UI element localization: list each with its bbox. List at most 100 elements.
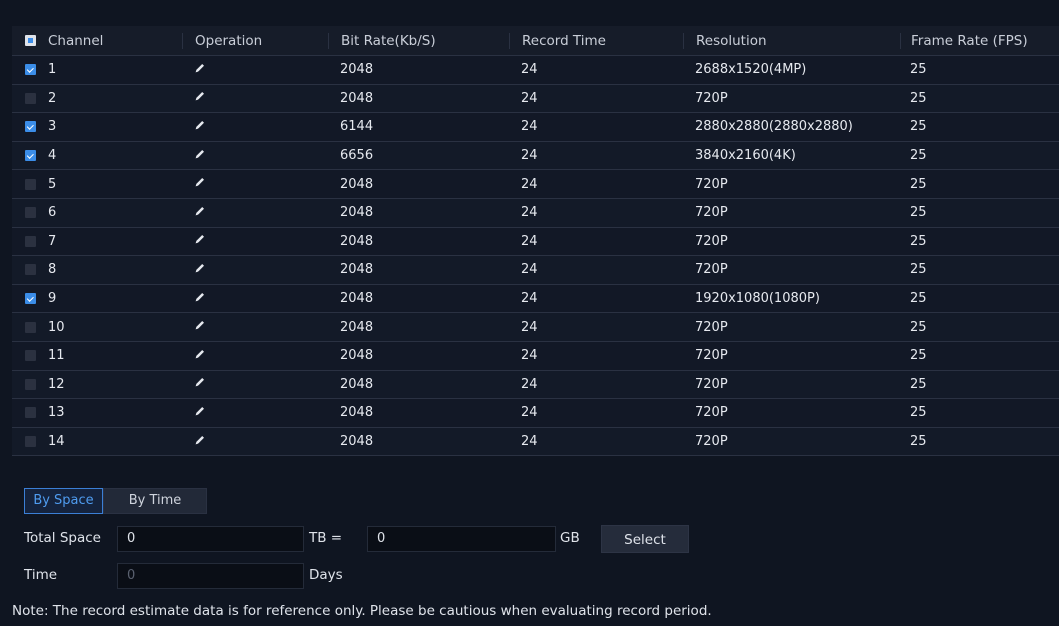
- tb-equals-label: TB =: [309, 530, 343, 546]
- channel-cell: 2: [12, 91, 182, 106]
- bitrate-cell: 2048: [340, 176, 374, 192]
- bitrate-cell: 2048: [340, 348, 374, 364]
- table-row: 12 2048 24 720P 25: [12, 370, 1059, 400]
- edit-pencil-icon[interactable]: [194, 319, 206, 331]
- total-space-gb-input[interactable]: 0: [367, 526, 556, 552]
- days-label: Days: [309, 567, 343, 583]
- operation-cell: [182, 291, 328, 307]
- channel-cell: 7: [12, 234, 182, 249]
- table-row: 13 2048 24 720P 25: [12, 399, 1059, 428]
- channel-checkbox[interactable]: [25, 92, 36, 104]
- table-row: 10 2048 24 720P 25: [12, 313, 1059, 342]
- resolution-cell: 2880x2880(2880x2880): [695, 119, 853, 135]
- select-all-checkbox[interactable]: [25, 35, 36, 46]
- channel-number: 11: [48, 348, 65, 364]
- resolution-cell: 720P: [695, 319, 728, 335]
- resolution-cell: 3840x2160(4K): [695, 148, 796, 164]
- header-operation: Operation: [182, 32, 328, 49]
- channel-checkbox[interactable]: [25, 321, 36, 333]
- frame-rate-cell: 25: [910, 434, 927, 450]
- channel-checkbox[interactable]: [25, 64, 36, 76]
- time-days-input[interactable]: 0: [117, 563, 304, 589]
- operation-cell: [182, 262, 328, 278]
- table-row: 3 6144 24 2880x2880(2880x2880) 25: [12, 113, 1059, 142]
- record-time-cell: 24: [521, 62, 538, 78]
- bitrate-cell: 2048: [340, 291, 374, 307]
- bitrate-cell: 2048: [340, 376, 374, 392]
- edit-pencil-icon[interactable]: [194, 376, 206, 388]
- record-time-cell: 24: [521, 348, 538, 364]
- edit-pencil-icon[interactable]: [194, 348, 206, 360]
- edit-pencil-icon[interactable]: [194, 119, 206, 131]
- record-time-cell: 24: [521, 291, 538, 307]
- channel-checkbox[interactable]: [25, 235, 36, 247]
- edit-pencil-icon[interactable]: [194, 434, 206, 446]
- select-button[interactable]: Select: [601, 525, 689, 553]
- channel-number: 6: [48, 205, 57, 221]
- channel-checkbox[interactable]: [25, 150, 36, 162]
- frame-rate-cell: 25: [910, 205, 927, 221]
- edit-pencil-icon[interactable]: [194, 148, 206, 160]
- channel-checkbox[interactable]: [25, 207, 36, 219]
- channel-cell: 3: [12, 119, 182, 134]
- table-row: 14 2048 24 720P 25: [12, 427, 1059, 457]
- frame-rate-cell: 25: [910, 376, 927, 392]
- operation-cell: [182, 405, 328, 421]
- record-time-cell: 24: [521, 376, 538, 392]
- channel-table: Channel Operation Bit Rate(Kb/S) Record …: [12, 26, 1059, 457]
- channel-cell: 8: [12, 262, 182, 277]
- operation-cell: [182, 205, 328, 221]
- operation-cell: [182, 148, 328, 164]
- header-frame-rate: Frame Rate (FPS): [900, 32, 1059, 49]
- edit-pencil-icon[interactable]: [194, 405, 206, 417]
- edit-pencil-icon[interactable]: [194, 233, 206, 245]
- edit-pencil-icon[interactable]: [194, 90, 206, 102]
- edit-pencil-icon[interactable]: [194, 62, 206, 74]
- channel-checkbox[interactable]: [25, 178, 36, 190]
- tab-by-space[interactable]: By Space: [24, 488, 103, 514]
- channel-number: 9: [48, 291, 57, 307]
- resolution-cell: 720P: [695, 434, 728, 450]
- channel-checkbox[interactable]: [25, 264, 36, 276]
- channel-number: 8: [48, 262, 57, 278]
- edit-pencil-icon[interactable]: [194, 291, 206, 303]
- channel-cell: 4: [12, 148, 182, 163]
- table-body: 1 2048 24 2688x1520(4MP) 25 2 2048 24 72…: [12, 56, 1059, 457]
- resolution-cell: 1920x1080(1080P): [695, 291, 820, 307]
- tab-by-time[interactable]: By Time: [103, 488, 207, 514]
- table-row: 6 2048 24 720P 25: [12, 198, 1059, 228]
- channel-number: 3: [48, 119, 57, 135]
- channel-cell: 14: [12, 434, 182, 449]
- edit-pencil-icon[interactable]: [194, 262, 206, 274]
- total-space-tb-input[interactable]: 0: [117, 526, 304, 552]
- edit-pencil-icon[interactable]: [194, 205, 206, 217]
- frame-rate-cell: 25: [910, 176, 927, 192]
- record-time-cell: 24: [521, 405, 538, 421]
- channel-cell: 6: [12, 205, 182, 220]
- operation-cell: [182, 376, 328, 392]
- channel-checkbox[interactable]: [25, 407, 36, 419]
- channel-checkbox[interactable]: [25, 378, 36, 390]
- operation-cell: [182, 319, 328, 335]
- channel-checkbox[interactable]: [25, 121, 36, 133]
- channel-number: 4: [48, 148, 57, 164]
- channel-number: 14: [48, 434, 65, 450]
- channel-checkbox[interactable]: [25, 293, 36, 305]
- edit-pencil-icon[interactable]: [194, 176, 206, 188]
- resolution-cell: 720P: [695, 176, 728, 192]
- resolution-cell: 720P: [695, 233, 728, 249]
- channel-checkbox[interactable]: [25, 436, 36, 448]
- bitrate-cell: 2048: [340, 205, 374, 221]
- mode-tabs: By Space By Time: [24, 488, 207, 514]
- channel-checkbox[interactable]: [25, 350, 36, 362]
- bitrate-cell: 2048: [340, 434, 374, 450]
- resolution-cell: 720P: [695, 376, 728, 392]
- table-row: 9 2048 24 1920x1080(1080P) 25: [12, 284, 1059, 314]
- frame-rate-cell: 25: [910, 262, 927, 278]
- operation-cell: [182, 62, 328, 78]
- record-time-cell: 24: [521, 90, 538, 106]
- resolution-cell: 720P: [695, 348, 728, 364]
- operation-cell: [182, 176, 328, 192]
- frame-rate-cell: 25: [910, 291, 927, 307]
- frame-rate-cell: 25: [910, 119, 927, 135]
